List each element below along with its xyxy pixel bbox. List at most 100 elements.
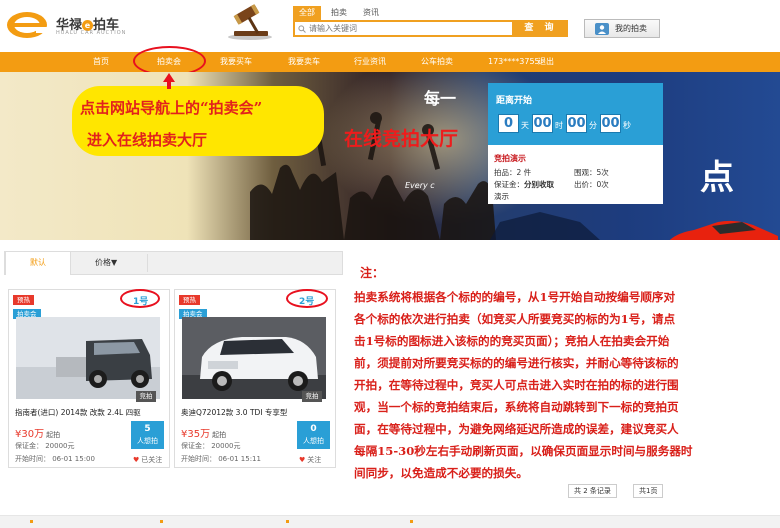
my-auction-button[interactable]: 我的拍卖 [584, 19, 660, 38]
deposit: 保证金： 20000元 [15, 442, 75, 450]
nav-home[interactable]: 首页 [93, 52, 109, 72]
note-heading: 注： [360, 266, 385, 280]
search-tab-all[interactable]: 全部 [293, 6, 321, 20]
banner-every-text: Every c [405, 181, 435, 190]
page: 华禄e拍车 HUALU CAR AUCTION 全部 拍卖 资讯 查 询 我 [0, 0, 780, 528]
nav-gov-car[interactable]: 公车拍卖 [421, 52, 453, 72]
footer-dot [286, 520, 289, 523]
views-label: 围观： [574, 168, 597, 177]
views-value: 5次 [596, 168, 609, 177]
bid-tag: 竞拍 [302, 391, 322, 402]
nav-username[interactable]: 173****3755 [488, 52, 540, 72]
start-price-suffix: 起拍 [212, 431, 227, 439]
footer-dot [410, 520, 413, 523]
tutorial-note-line-2: 进入在线拍卖大厅 [87, 131, 208, 149]
search-tab-news[interactable]: 资讯 [357, 6, 385, 20]
start-price: ¥35万 起拍 [181, 425, 226, 440]
countdown-label: 距离开始 [496, 96, 533, 106]
follow-button[interactable]: ♥ 关注 [299, 455, 321, 465]
bids-value: 0次 [596, 180, 609, 189]
deposit: 保证金： 20000元 [181, 442, 241, 450]
lots-label: 拍品： [494, 168, 517, 177]
countdown-seconds-unit: 秒 [623, 121, 631, 130]
tutorial-note-line-1: 点击网站导航上的“拍卖会” [80, 99, 263, 117]
start-price-value: ¥30万 [15, 429, 45, 440]
start-price-value: ¥35万 [181, 429, 211, 440]
want-bid-button[interactable]: 0 人想拍 [297, 421, 330, 449]
auction-title: 竞拍演示 [494, 154, 526, 163]
logo-e-icon [7, 12, 50, 38]
tab-default[interactable]: 默认 [5, 251, 71, 275]
nav-sell-car[interactable]: 我要卖车 [288, 52, 320, 72]
note-line: 观，当一个标的竞拍结束后，系统将自动跳转到下一标的竞拍页 [354, 400, 679, 414]
user-icon [595, 23, 609, 35]
follow-label: 已关注 [141, 456, 163, 464]
views-count: 围观：5次 [574, 167, 609, 178]
deposit-label: 保证金： [494, 180, 524, 189]
auction-card-2[interactable]: 预热 拍卖会 2号 竞拍 奥迪Q72012款 3.0 TDI 专享型 ¥35万起… [174, 289, 336, 468]
bids-count: 出价：0次 [574, 179, 609, 190]
countdown-minutes: 00 [566, 114, 587, 133]
card-title[interactable]: 指南者(进口) 2014款 改款 2.4L 四驱 [15, 407, 141, 418]
bids-label: 出价： [574, 180, 597, 189]
heart-icon: ♥ [133, 456, 140, 464]
heart-icon: ♥ [299, 456, 306, 464]
want-bid-label: 人想拍 [137, 437, 158, 445]
note-line: 前，须提前对所要竞买标的的编号进行核实，并耐心等待该标的 [354, 356, 679, 370]
nav-news[interactable]: 行业资讯 [354, 52, 386, 72]
gavel-icon [228, 4, 272, 40]
note-line: 开拍，在等待过程中，竞买人可点击进入实时在拍的标的进行围 [354, 378, 679, 392]
arrow-up-icon [163, 73, 175, 89]
start-time: 开始时间： 06-01 15:11 [181, 455, 261, 463]
main-nav: 首页 拍卖会 我要买车 我要卖车 行业资讯 公车拍卖 173****3755 退… [0, 52, 780, 72]
auction-card-1[interactable]: 预热 拍卖会 1号 竞拍 指南者(进口) 2014款 改款 2.4L 四驱 ¥3… [8, 289, 170, 468]
my-auction-label: 我的拍卖 [615, 24, 647, 33]
search-input[interactable] [295, 22, 512, 35]
follow-button[interactable]: ♥ 已关注 [133, 455, 162, 465]
note-line: 击1号标的图标进入该标的的竞买页面）；竞拍人在拍卖会开始 [354, 334, 670, 348]
banner-title: 在线竞拍大厅 [344, 128, 459, 150]
tab-divider [147, 254, 148, 272]
search-icon [298, 25, 306, 33]
sort-tabbar: 默认 价格▼ [4, 251, 343, 275]
start-price-suffix: 起拍 [46, 431, 61, 439]
search-tabs: 全部 拍卖 资讯 [293, 6, 385, 20]
site-logo[interactable]: 华禄 e 拍车 HUALU CAR AUCTION [6, 8, 146, 42]
banner-wave-text: 每一 [424, 89, 457, 108]
nav-buy-car[interactable]: 我要买车 [220, 52, 252, 72]
countdown-hours: 00 [532, 114, 553, 133]
deposit-info: 保证金：分别收取 [494, 179, 554, 190]
want-bid-button[interactable]: 5 人想拍 [131, 421, 164, 449]
nav-logout[interactable]: 退出 [538, 52, 554, 72]
note-line: 面，在等待过程中，为避免网络延迟所造成的误差，建议竞买人 [354, 422, 679, 436]
note-line: 拍卖系统将根据各个标的的编号，从1号开始自动按编号顺序对 [354, 290, 676, 304]
search-button[interactable]: 查 询 [514, 20, 568, 37]
pager-pages: 共1页 [633, 484, 664, 498]
countdown-panel[interactable]: 距离开始 0 天 00 时 00 分 00 秒 竞拍演示 拍品：2 件 围观：5… [488, 83, 663, 204]
preheat-badge: 预热 [13, 295, 34, 305]
lots-count: 拍品：2 件 [494, 167, 531, 178]
card-title[interactable]: 奥迪Q72012款 3.0 TDI 专享型 [181, 407, 287, 418]
countdown-days: 0 [498, 114, 519, 133]
lot-number: 1号 [133, 297, 149, 307]
car-image-audi [182, 317, 326, 399]
search-tab-auction[interactable]: 拍卖 [325, 6, 353, 20]
countdown-minutes-unit: 分 [589, 121, 597, 130]
demo-label: 演示 [494, 192, 509, 201]
start-time: 开始时间： 06-01 15:00 [15, 455, 95, 463]
note-line: 各个标的依次进行拍卖（如竞买人所要竞买的标的为1号，请点 [354, 312, 676, 326]
start-price: ¥30万 起拍 [15, 425, 60, 440]
note-body: 拍卖系统将根据各个标的的编号，从1号开始自动按编号顺序对 各个标的依次进行拍卖（… [354, 286, 769, 484]
note-line: 间同步，以免造成不必要的损失。 [354, 466, 528, 480]
lots-value: 2 件 [516, 168, 532, 177]
banner-dot-char: 点 [700, 158, 734, 198]
follow-label: 关注 [307, 456, 322, 464]
countdown-header: 距离开始 0 天 00 时 00 分 00 秒 [488, 83, 663, 145]
countdown-seconds: 00 [600, 114, 621, 133]
tab-price[interactable]: 价格▼ [95, 252, 117, 274]
pager-records: 共 2 条记录 [568, 484, 617, 498]
preheat-badge: 预热 [179, 295, 200, 305]
lot-number: 2号 [299, 297, 315, 307]
footer-dot [30, 520, 33, 523]
search-box [293, 20, 514, 37]
